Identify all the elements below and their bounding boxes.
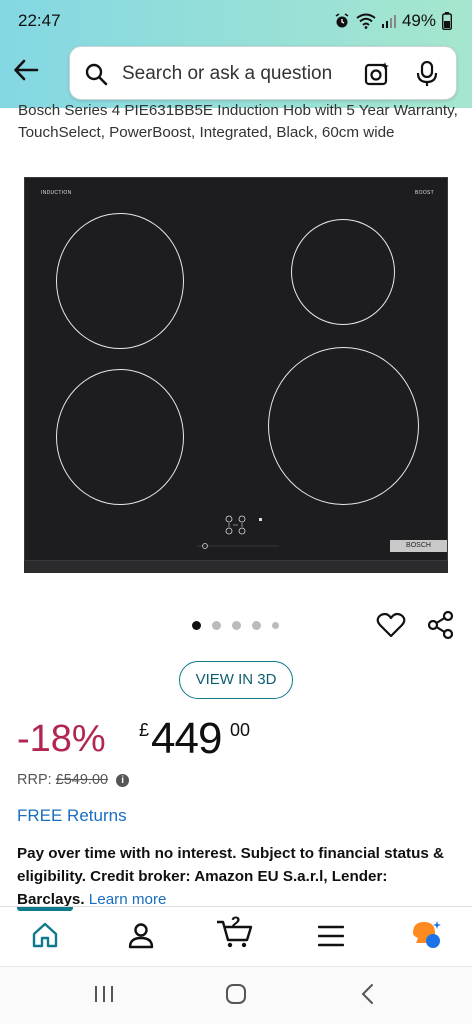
carousel-dot-2[interactable] bbox=[212, 621, 221, 630]
carousel-dot-3[interactable] bbox=[232, 621, 241, 630]
search-input[interactable]: Search or ask a question bbox=[122, 63, 332, 85]
cart-count: 2 bbox=[231, 913, 241, 932]
cart-icon[interactable]: 2 bbox=[216, 913, 254, 954]
microphone-icon[interactable] bbox=[416, 60, 438, 92]
cooking-zone-front-right bbox=[268, 347, 419, 505]
home-icon[interactable] bbox=[31, 921, 59, 954]
status-bar: 22:47 49% bbox=[0, 0, 472, 44]
alarm-icon bbox=[334, 13, 350, 29]
status-icons: 49% bbox=[334, 11, 452, 31]
bottom-tab-bar: 2 bbox=[0, 906, 472, 966]
cooking-zone-rear-left bbox=[56, 213, 184, 349]
carousel-dot-4[interactable] bbox=[252, 621, 261, 630]
status-time: 22:47 bbox=[18, 11, 61, 30]
control-panel bbox=[197, 514, 279, 552]
back-nav-icon[interactable] bbox=[360, 983, 376, 1010]
cooking-zone-front-left bbox=[56, 369, 184, 505]
active-tab-indicator bbox=[17, 907, 73, 911]
image-carousel-dots[interactable] bbox=[192, 621, 279, 630]
finance-info: Pay over time with no interest. Subject … bbox=[17, 842, 457, 906]
free-returns-link[interactable]: FREE Returns bbox=[17, 806, 127, 826]
rrp-row: RRP: £549.00 i bbox=[17, 772, 130, 788]
battery-label: 49% bbox=[401, 11, 436, 30]
wishlist-heart-icon[interactable] bbox=[376, 610, 406, 645]
search-bar[interactable]: Search or ask a question bbox=[69, 46, 457, 100]
hob-boost-label: BOOST bbox=[415, 190, 435, 196]
product-title: Bosch Series 4 PIE631BB5E Induction Hob … bbox=[18, 102, 458, 141]
search-icon bbox=[84, 62, 108, 91]
wifi-icon bbox=[356, 13, 376, 29]
rrp-value: £549.00 bbox=[55, 772, 109, 788]
share-icon[interactable] bbox=[426, 610, 456, 645]
signal-icon bbox=[381, 14, 396, 28]
price-currency: £ bbox=[139, 720, 150, 740]
product-image[interactable]: INDUCTION BOOST BOSCH bbox=[24, 177, 448, 573]
hob-surface: INDUCTION BOOST BOSCH bbox=[24, 177, 448, 561]
home-button-icon[interactable] bbox=[225, 983, 247, 1010]
price-whole: 449 bbox=[151, 714, 222, 763]
view-in-3d-button[interactable]: VIEW IN 3D bbox=[179, 661, 293, 699]
hob-edge bbox=[24, 561, 448, 573]
menu-icon[interactable] bbox=[317, 925, 345, 952]
price-fraction: 00 bbox=[230, 720, 251, 740]
brand-plate: BOSCH bbox=[390, 540, 447, 552]
rufus-icon[interactable] bbox=[410, 919, 444, 956]
cooking-zone-rear-right bbox=[291, 219, 395, 325]
discount-percent: -18% bbox=[17, 718, 106, 760]
person-icon[interactable] bbox=[127, 921, 155, 954]
learn-more-link[interactable]: Learn more bbox=[89, 891, 167, 906]
recent-apps-icon[interactable] bbox=[93, 983, 115, 1010]
carousel-dot-1[interactable] bbox=[192, 621, 201, 630]
camera-search-icon[interactable] bbox=[364, 61, 390, 92]
carousel-dot-5[interactable] bbox=[272, 622, 279, 629]
finance-text: Pay over time with no interest. Subject … bbox=[17, 845, 445, 906]
battery-icon bbox=[442, 12, 452, 30]
system-nav-bar bbox=[0, 966, 472, 1024]
back-arrow-icon[interactable] bbox=[12, 56, 44, 88]
top-header: 22:47 49% Search or ask a question bbox=[0, 0, 472, 108]
info-icon[interactable]: i bbox=[116, 773, 130, 787]
hob-induction-label: INDUCTION bbox=[41, 190, 72, 196]
rrp-label: RRP: bbox=[17, 772, 52, 788]
